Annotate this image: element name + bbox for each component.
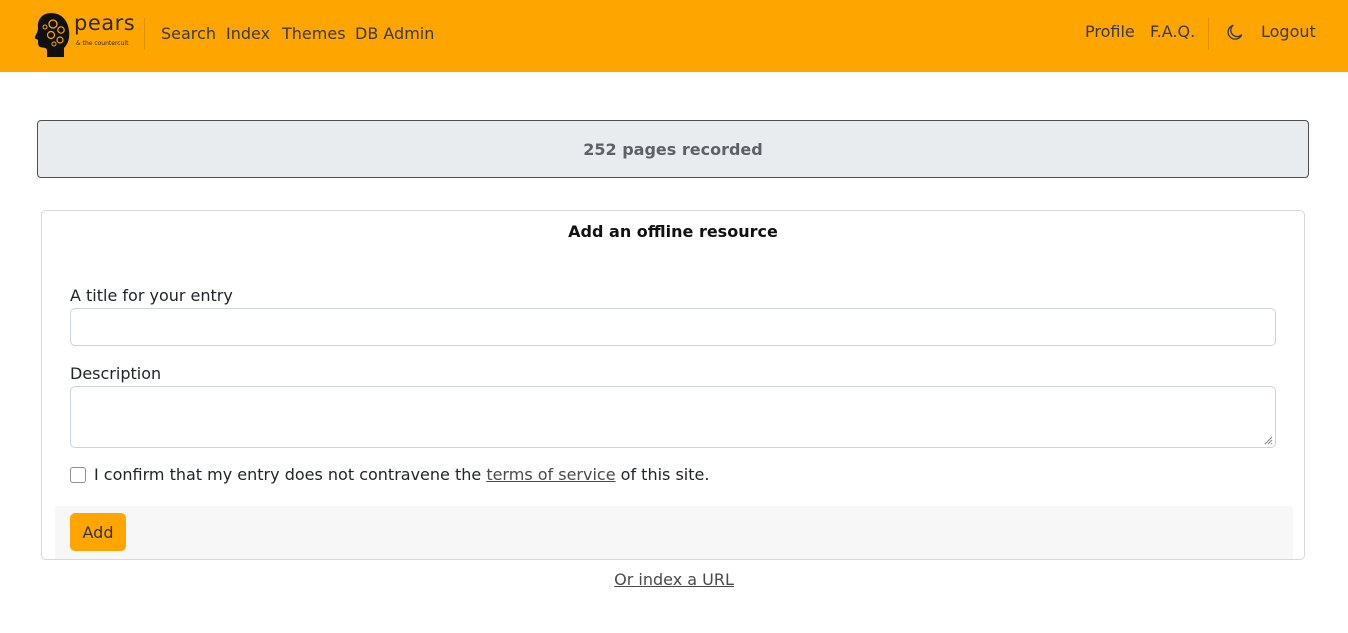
nav-db-admin[interactable]: DB Admin bbox=[355, 24, 434, 44]
nav-profile[interactable]: Profile bbox=[1085, 22, 1135, 42]
index-url-link[interactable]: Or index a URL bbox=[614, 570, 734, 589]
logo-wordmark: pears bbox=[74, 11, 136, 35]
title-input[interactable] bbox=[70, 308, 1276, 346]
nav-search[interactable]: Search bbox=[161, 24, 216, 44]
card-footer: Add bbox=[55, 506, 1293, 559]
terms-suffix: of this site. bbox=[620, 465, 710, 484]
offline-resource-card: Add an offline resource A title for your… bbox=[41, 210, 1305, 560]
top-navbar: pears & the countercult Search Index The… bbox=[0, 0, 1348, 72]
terms-prefix: I confirm that my entry does not contrav… bbox=[94, 465, 482, 484]
description-field-label: Description bbox=[70, 364, 162, 383]
add-button[interactable]: Add bbox=[70, 513, 126, 551]
resize-grip-icon[interactable] bbox=[1263, 435, 1273, 445]
card-title: Add an offline resource bbox=[568, 222, 778, 241]
nav-themes[interactable]: Themes bbox=[282, 24, 346, 44]
logo-tagline: & the countercult bbox=[76, 40, 129, 47]
nav-divider-right bbox=[1208, 18, 1209, 50]
pages-recorded-text: 252 pages recorded bbox=[583, 139, 763, 159]
nav-divider bbox=[144, 18, 145, 50]
terms-confirm-text: I confirm that my entry does not contrav… bbox=[94, 465, 709, 484]
nav-index[interactable]: Index bbox=[226, 24, 270, 44]
nav-logout[interactable]: Logout bbox=[1261, 22, 1316, 42]
pages-recorded-banner: 252 pages recorded bbox=[37, 120, 1309, 178]
description-textarea[interactable] bbox=[70, 386, 1276, 448]
moon-icon[interactable] bbox=[1225, 22, 1245, 42]
site-logo[interactable]: pears & the countercult bbox=[34, 10, 135, 58]
head-with-gears-icon bbox=[34, 13, 70, 57]
title-field-label: A title for your entry bbox=[70, 286, 233, 305]
index-url-wrapper: Or index a URL bbox=[0, 570, 1348, 589]
nav-faq[interactable]: F.A.Q. bbox=[1150, 22, 1195, 42]
terms-checkbox[interactable] bbox=[70, 467, 86, 483]
terms-of-service-link[interactable]: terms of service bbox=[486, 465, 615, 484]
